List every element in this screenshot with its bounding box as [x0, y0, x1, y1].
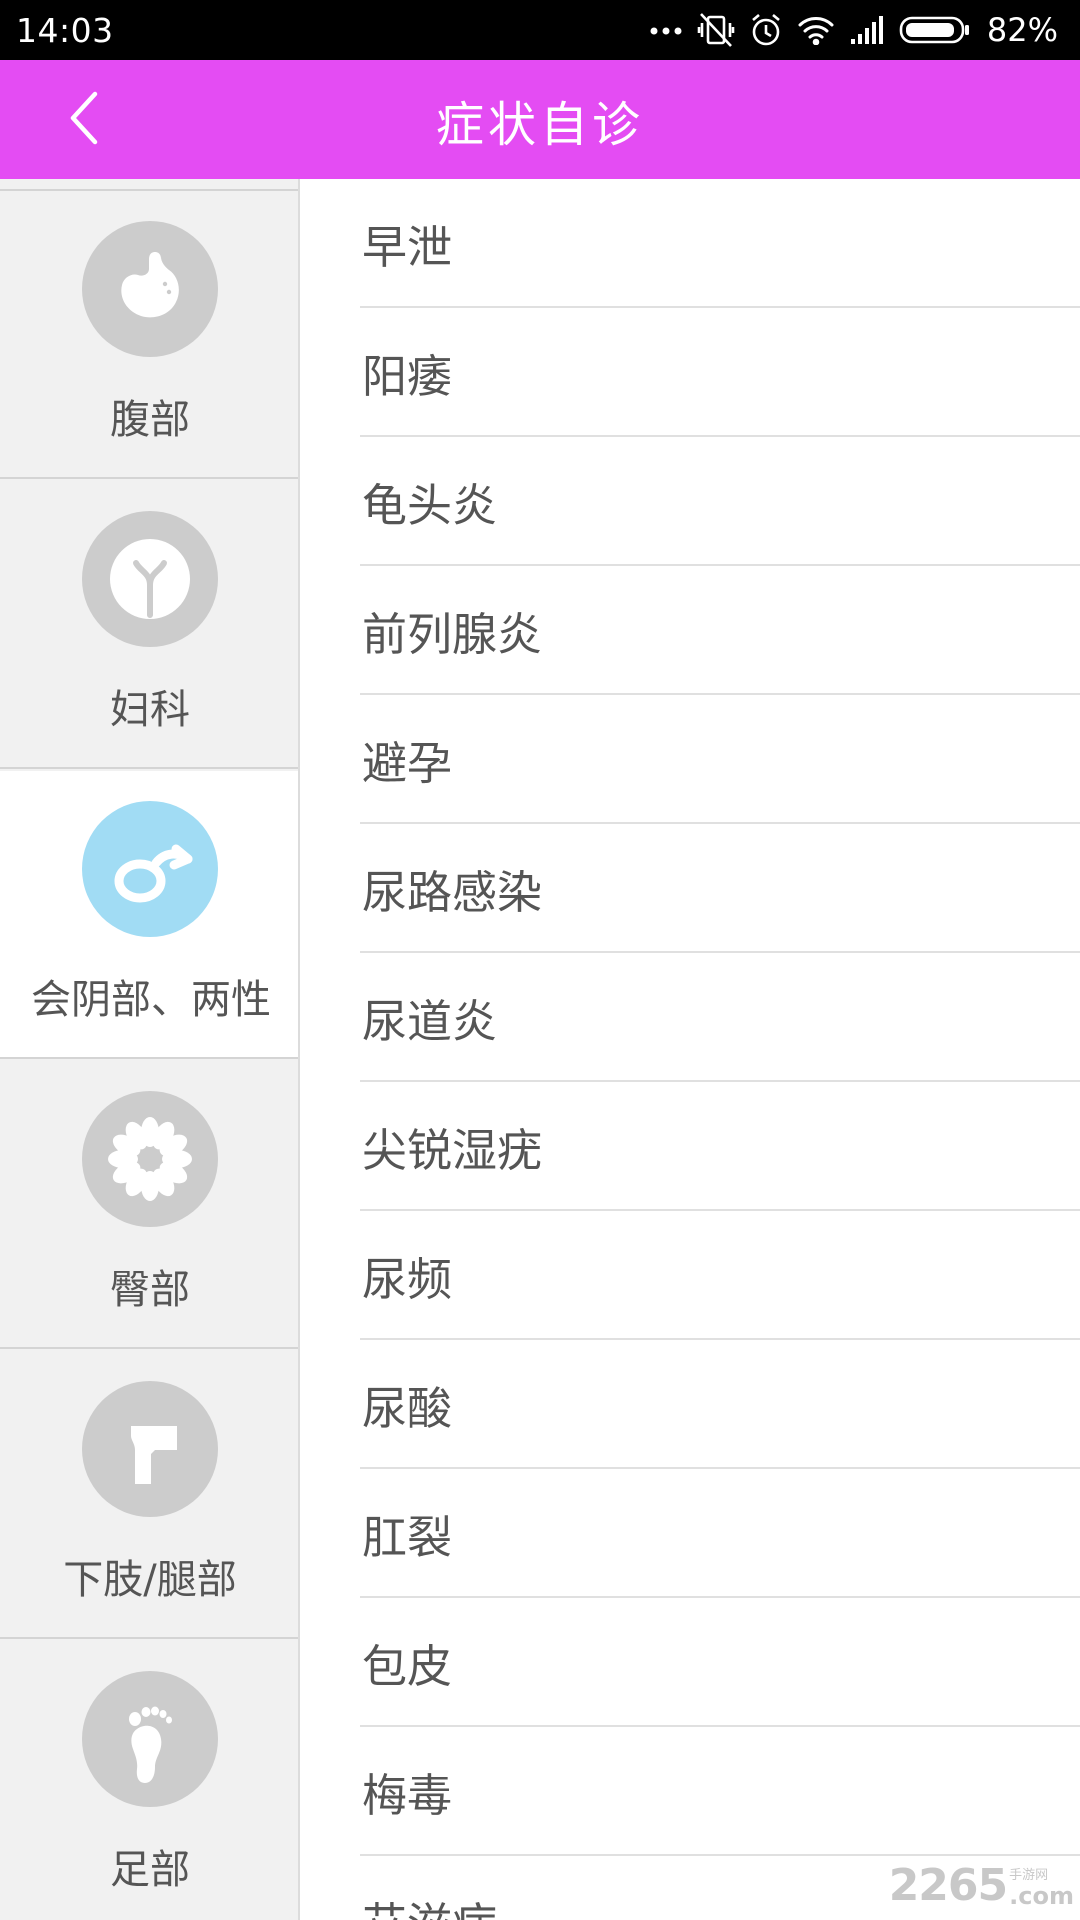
title-bar: 症状自诊	[0, 60, 1080, 179]
symptom-item[interactable]: 尿道炎	[360, 953, 1080, 1082]
vibrate-off-icon	[697, 12, 735, 48]
symptom-item[interactable]: 肛裂	[360, 1469, 1080, 1598]
symptom-list: 早泄 阳痿 龟头炎 前列腺炎 避孕 尿路感染 尿道炎 尖锐湿疣 尿频 尿酸 肛裂…	[302, 179, 1080, 1920]
symptom-item[interactable]: 前列腺炎	[360, 566, 1080, 695]
symptom-label: 尿酸	[362, 1382, 453, 1435]
symptom-item[interactable]: 尿频	[360, 1211, 1080, 1340]
stomach-icon	[82, 221, 218, 357]
symptom-label: 艾滋病	[362, 1888, 497, 1920]
sidebar-item-label: 会阴部、两性	[31, 977, 271, 1023]
wifi-icon	[797, 15, 835, 45]
uterus-icon	[82, 511, 218, 647]
body-region-sidebar: 腹部 妇科 会阴部、两性 臀部 下肢/腿部 足部	[0, 179, 300, 1920]
symptom-item[interactable]: 早泄	[360, 179, 1080, 308]
symptom-label: 梅毒	[362, 1769, 453, 1822]
symptom-label: 尿频	[362, 1253, 453, 1306]
more-dots-icon	[649, 24, 683, 36]
symptom-label: 避孕	[362, 737, 453, 790]
sidebar-item-label: 下肢/腿部	[63, 1557, 237, 1603]
watermark-logo: 2265 手游网 .com	[888, 1860, 1074, 1911]
symptom-label: 前列腺炎	[362, 608, 543, 661]
symptom-item[interactable]: 尿酸	[360, 1340, 1080, 1469]
sidebar-item-label: 腹部	[110, 397, 190, 443]
leg-icon	[82, 1381, 218, 1517]
chevron-left-icon	[65, 88, 105, 152]
male-symbol-icon	[82, 801, 218, 937]
symptom-label: 尿路感染	[362, 866, 543, 919]
symptom-label: 肛裂	[362, 1511, 453, 1564]
back-button[interactable]	[40, 60, 130, 179]
symptom-label: 尿道炎	[362, 995, 498, 1048]
symptom-label: 尖锐湿疣	[362, 1124, 543, 1177]
symptom-item[interactable]: 尖锐湿疣	[360, 1082, 1080, 1211]
status-time: 14:03	[16, 10, 114, 50]
signal-icon	[849, 15, 885, 45]
symptom-item[interactable]: 尿路感染	[360, 824, 1080, 953]
battery-percent: 82%	[986, 11, 1058, 49]
symptom-item[interactable]: 梅毒	[360, 1727, 1080, 1856]
foot-icon	[82, 1671, 218, 1807]
symptom-item[interactable]: 包皮	[360, 1598, 1080, 1727]
sidebar-item-feet[interactable]: 足部	[0, 1641, 298, 1920]
status-icons: 82%	[649, 11, 1058, 49]
battery-icon	[899, 15, 971, 45]
flower-icon	[82, 1091, 218, 1227]
sidebar-item-gynecology[interactable]: 妇科	[0, 481, 298, 769]
alarm-icon	[749, 12, 783, 48]
status-bar: 14:03 82%	[0, 0, 1080, 60]
symptom-item[interactable]: 阳痿	[360, 308, 1080, 437]
page-title: 症状自诊	[435, 96, 644, 153]
watermark-number: 2265	[888, 1860, 1008, 1911]
sidebar-item-perineum-sex[interactable]: 会阴部、两性	[0, 771, 298, 1059]
symptom-label: 早泄	[362, 221, 453, 274]
symptom-label: 包皮	[362, 1640, 453, 1693]
symptom-item[interactable]: 龟头炎	[360, 437, 1080, 566]
sidebar-item-label: 妇科	[110, 687, 190, 733]
sidebar-item-buttocks[interactable]: 臀部	[0, 1061, 298, 1349]
watermark-com: .com	[1009, 1882, 1074, 1910]
sidebar-item-label: 足部	[110, 1847, 190, 1893]
sidebar-item-label: 臀部	[110, 1267, 190, 1313]
symptom-label: 龟头炎	[362, 479, 498, 532]
symptom-item[interactable]: 避孕	[360, 695, 1080, 824]
sidebar-item-lower-limbs[interactable]: 下肢/腿部	[0, 1351, 298, 1639]
sidebar-item-abdomen[interactable]: 腹部	[0, 191, 298, 479]
watermark-side: 手游网 .com	[1009, 1868, 1074, 1908]
symptom-label: 阳痿	[362, 350, 453, 403]
